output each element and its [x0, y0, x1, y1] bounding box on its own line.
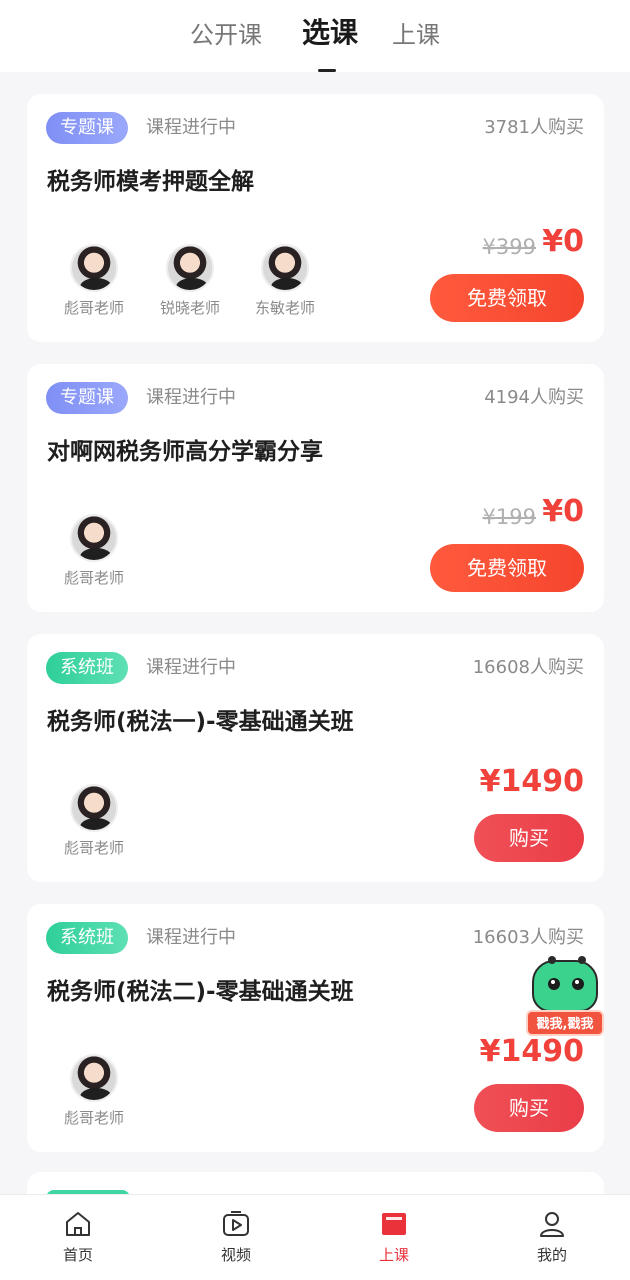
course-status: 课程进行中	[146, 927, 236, 948]
profile-icon	[537, 1209, 567, 1239]
nav-label: 上课	[378, 1246, 409, 1264]
video-icon	[221, 1209, 251, 1239]
course-title: 税务师(税法一)-零基础通关班	[47, 709, 354, 735]
course-type-badge: 专题课	[46, 382, 128, 414]
teacher-item: 东敏老师	[240, 244, 330, 318]
teacher-avatar	[70, 244, 118, 292]
course-title: 税务师模考押题全解	[47, 169, 254, 195]
buy-button[interactable]: 购买	[474, 814, 584, 862]
original-price: ¥399	[482, 235, 536, 259]
mascot-robot-icon	[532, 956, 598, 1012]
course-card[interactable]: 专题课 课程进行中 4194人购买 对啊网税务师高分学霸分享 彪哥老师 ¥199…	[27, 364, 604, 612]
teacher-name: 锐晓老师	[159, 299, 220, 317]
tab-open-course[interactable]: 公开课	[190, 18, 262, 52]
nav-label: 视频	[220, 1246, 251, 1264]
teacher-name: 东敏老师	[254, 299, 315, 317]
current-price: ¥0	[542, 494, 584, 529]
course-type-badge: 系统班	[46, 922, 128, 954]
nav-label: 首页	[62, 1246, 93, 1264]
teacher-item: 彪哥老师	[49, 514, 139, 588]
current-price: ¥1490	[479, 764, 584, 799]
course-status: 课程进行中	[146, 387, 236, 408]
teacher-avatar	[70, 514, 118, 562]
course-card[interactable]: 系统班 课程进行中 16608人购买 税务师(税法一)-零基础通关班 彪哥老师 …	[27, 634, 604, 882]
teacher-item: 锐晓老师	[145, 244, 235, 318]
tab-attend-class[interactable]: 上课	[392, 18, 440, 52]
teacher-item: 彪哥老师	[49, 244, 139, 318]
original-price: ¥199	[482, 505, 536, 529]
nav-item-video[interactable]: 视频	[196, 1209, 276, 1265]
buyer-count: 3781人购买	[484, 117, 584, 138]
course-title: 对啊网税务师高分学霸分享	[47, 439, 323, 465]
teacher-name: 彪哥老师	[63, 299, 124, 317]
current-price: ¥0	[542, 224, 584, 259]
course-card[interactable]: 专题课 课程进行中 3781人购买 税务师模考押题全解 彪哥老师 锐晓老师 东敏…	[27, 94, 604, 342]
mascot-label: 戳我,戳我	[526, 1010, 604, 1036]
teacher-name: 彪哥老师	[63, 569, 124, 587]
active-tab-indicator	[318, 69, 336, 72]
course-type-badge: 系统班	[46, 652, 128, 684]
nav-item-home[interactable]: 首页	[38, 1209, 118, 1265]
buyer-count: 16608人购买	[472, 657, 584, 678]
nav-item-profile[interactable]: 我的	[512, 1209, 592, 1265]
floating-mascot-button[interactable]: 戳我,戳我	[524, 952, 606, 1040]
course-title: 税务师(税法二)-零基础通关班	[47, 979, 354, 1005]
nav-label: 我的	[536, 1246, 567, 1264]
course-status: 课程进行中	[146, 117, 236, 138]
class-icon	[379, 1209, 409, 1239]
teacher-name: 彪哥老师	[63, 1109, 124, 1127]
teacher-avatar	[261, 244, 309, 292]
course-type-badge: 专题课	[46, 112, 128, 144]
free-claim-button[interactable]: 免费领取	[430, 544, 584, 592]
nav-item-class[interactable]: 上课	[354, 1209, 434, 1265]
buy-button[interactable]: 购买	[474, 1084, 584, 1132]
buyer-count: 16603人购买	[472, 927, 584, 948]
teacher-avatar	[70, 1054, 118, 1102]
free-claim-button[interactable]: 免费领取	[430, 274, 584, 322]
top-tab-bar: 公开课 选课 上课	[0, 0, 630, 72]
tab-select-course[interactable]: 选课	[302, 16, 358, 50]
home-icon	[63, 1209, 93, 1239]
bottom-nav: 首页 视频 上课 我的	[0, 1194, 630, 1280]
teacher-item: 彪哥老师	[49, 1054, 139, 1128]
teacher-name: 彪哥老师	[63, 839, 124, 857]
teacher-avatar	[166, 244, 214, 292]
teacher-item: 彪哥老师	[49, 784, 139, 858]
buyer-count: 4194人购买	[484, 387, 584, 408]
teacher-avatar	[70, 784, 118, 832]
course-status: 课程进行中	[146, 657, 236, 678]
course-card[interactable]: 系统班 课程进行中 16603人购买 税务师(税法二)-零基础通关班 彪哥老师 …	[27, 904, 604, 1152]
